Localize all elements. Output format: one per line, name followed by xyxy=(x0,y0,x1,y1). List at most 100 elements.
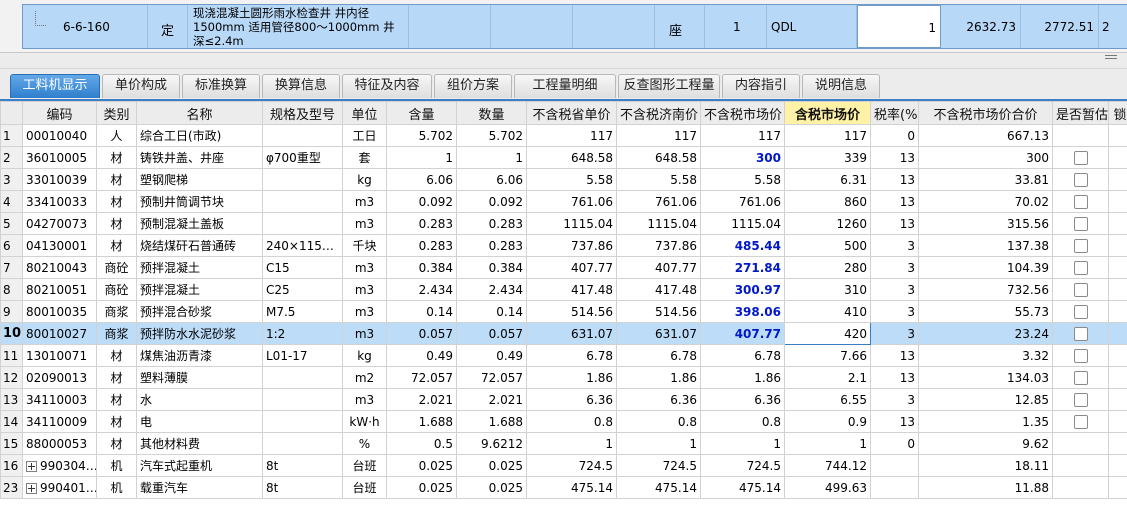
quantity-cell[interactable]: 0.49 xyxy=(457,345,527,367)
table-row[interactable]: 780210043商砼预拌混凝土C15m30.3840.384407.77407… xyxy=(1,257,1127,279)
table-row[interactable]: 1080010027商浆预拌防水水泥砂浆1:2m30.0570.057631.0… xyxy=(1,323,1127,345)
content-cell[interactable]: 0.384 xyxy=(387,257,457,279)
row-index[interactable]: 14 xyxy=(1,411,23,433)
quantity-cell[interactable]: 0.025 xyxy=(457,455,527,477)
code-cell[interactable]: 36010005 xyxy=(23,147,97,169)
unit-cell[interactable]: 套 xyxy=(343,147,387,169)
parent-unit-cell[interactable]: 座 xyxy=(655,5,705,48)
row-index[interactable]: 16 xyxy=(1,455,23,477)
tax-rate-cell[interactable]: 13 xyxy=(871,213,919,235)
market-price-cell[interactable]: 1 xyxy=(701,433,785,455)
table-row[interactable]: 880210051商砼预拌混凝土C25m32.4342.434417.48417… xyxy=(1,279,1127,301)
code-cell[interactable]: 33010039 xyxy=(23,169,97,191)
header-tax-rate[interactable]: 税率(%) xyxy=(871,102,919,125)
tax-rate-cell[interactable]: 13 xyxy=(871,191,919,213)
name-cell[interactable]: 预拌混凝土 xyxy=(137,279,263,301)
market-price-tax-cell[interactable]: 500 xyxy=(785,235,871,257)
unit-cell[interactable]: m3 xyxy=(343,301,387,323)
provisional-checkbox[interactable] xyxy=(1074,217,1088,231)
provincial-price-cell[interactable]: 117 xyxy=(527,125,617,147)
unit-cell[interactable]: % xyxy=(343,433,387,455)
content-cell[interactable]: 72.057 xyxy=(387,367,457,389)
spec-cell[interactable]: 240×115… xyxy=(263,235,343,257)
quantity-cell[interactable]: 1.688 xyxy=(457,411,527,433)
header-lock[interactable]: 锁 xyxy=(1109,102,1127,125)
type-cell[interactable]: 人 xyxy=(97,125,137,147)
jinan-price-cell[interactable]: 648.58 xyxy=(617,147,701,169)
header-spec[interactable]: 规格及型号 xyxy=(263,102,343,125)
table-row[interactable]: 1588000053材其他材料费%0.59.6212111109.62 xyxy=(1,433,1127,455)
lock-cell[interactable] xyxy=(1109,279,1127,301)
market-price-tax-cell[interactable]: 0.9 xyxy=(785,411,871,433)
unit-cell[interactable]: kg xyxy=(343,169,387,191)
content-cell[interactable]: 0.057 xyxy=(387,323,457,345)
market-price-cell[interactable]: 724.5 xyxy=(701,455,785,477)
spec-cell[interactable] xyxy=(263,411,343,433)
content-cell[interactable]: 0.283 xyxy=(387,213,457,235)
jinan-price-cell[interactable]: 417.48 xyxy=(617,279,701,301)
market-price-tax-cell[interactable]: 280 xyxy=(785,257,871,279)
name-cell[interactable]: 预拌防水水泥砂浆 xyxy=(137,323,263,345)
market-total-cell[interactable]: 18.11 xyxy=(919,455,1053,477)
tax-rate-cell[interactable]: 13 xyxy=(871,411,919,433)
quantity-cell[interactable]: 0.057 xyxy=(457,323,527,345)
jinan-price-cell[interactable]: 475.14 xyxy=(617,477,701,499)
table-row[interactable]: 1113010071材煤焦油沥青漆L01-17kg0.490.496.786.7… xyxy=(1,345,1127,367)
market-price-tax-cell[interactable]: 744.12 xyxy=(785,455,871,477)
table-row[interactable]: 333010039材塑钢爬梯kg6.066.065.585.585.586.31… xyxy=(1,169,1127,191)
market-price-cell[interactable]: 300 xyxy=(701,147,785,169)
row-index[interactable]: 12 xyxy=(1,367,23,389)
content-cell[interactable]: 0.025 xyxy=(387,455,457,477)
table-row[interactable]: 23990401…机载重汽车8t台班0.0250.025475.14475.14… xyxy=(1,477,1127,499)
market-price-tax-cell[interactable]: 2.1 xyxy=(785,367,871,389)
name-cell[interactable]: 煤焦油沥青漆 xyxy=(137,345,263,367)
content-cell[interactable]: 0.14 xyxy=(387,301,457,323)
spec-cell[interactable] xyxy=(263,169,343,191)
parent-code-cell[interactable]: 6-6-160 xyxy=(23,5,148,48)
quantity-cell[interactable]: 9.6212 xyxy=(457,433,527,455)
lock-cell[interactable] xyxy=(1109,433,1127,455)
code-cell[interactable]: 80210051 xyxy=(23,279,97,301)
spec-cell[interactable]: φ700重型 xyxy=(263,147,343,169)
tab-resource-display[interactable]: 工料机显示 xyxy=(10,74,100,98)
jinan-price-cell[interactable]: 6.36 xyxy=(617,389,701,411)
tax-rate-cell[interactable]: 0 xyxy=(871,433,919,455)
provisional-checkbox[interactable] xyxy=(1074,305,1088,319)
market-price-cell[interactable]: 475.14 xyxy=(701,477,785,499)
provincial-price-cell[interactable]: 6.36 xyxy=(527,389,617,411)
market-total-cell[interactable]: 33.81 xyxy=(919,169,1053,191)
provisional-checkbox[interactable] xyxy=(1074,349,1088,363)
tab-conversion-info[interactable]: 换算信息 xyxy=(262,74,340,98)
provincial-price-cell[interactable]: 737.86 xyxy=(527,235,617,257)
market-total-cell[interactable]: 55.73 xyxy=(919,301,1053,323)
header-index[interactable] xyxy=(1,102,23,125)
jinan-price-cell[interactable]: 6.78 xyxy=(617,345,701,367)
market-total-cell[interactable]: 3.32 xyxy=(919,345,1053,367)
lock-cell[interactable] xyxy=(1109,147,1127,169)
code-cell[interactable]: 33410033 xyxy=(23,191,97,213)
expand-plus-icon[interactable] xyxy=(26,461,37,472)
jinan-price-cell[interactable]: 631.07 xyxy=(617,323,701,345)
type-cell[interactable]: 商砼 xyxy=(97,279,137,301)
content-cell[interactable]: 0.025 xyxy=(387,477,457,499)
lock-cell[interactable] xyxy=(1109,323,1127,345)
expand-plus-icon[interactable] xyxy=(26,483,37,494)
lock-cell[interactable] xyxy=(1109,235,1127,257)
row-index[interactable]: 10 xyxy=(1,323,23,345)
tax-rate-cell[interactable]: 3 xyxy=(871,389,919,411)
quantity-cell[interactable]: 6.06 xyxy=(457,169,527,191)
market-total-cell[interactable]: 1.35 xyxy=(919,411,1053,433)
market-price-cell[interactable]: 1.86 xyxy=(701,367,785,389)
lock-cell[interactable] xyxy=(1109,257,1127,279)
unit-cell[interactable]: m3 xyxy=(343,257,387,279)
market-total-cell[interactable]: 134.03 xyxy=(919,367,1053,389)
provisional-cell[interactable] xyxy=(1053,433,1109,455)
provisional-checkbox[interactable] xyxy=(1074,371,1088,385)
code-cell[interactable]: 34110009 xyxy=(23,411,97,433)
tax-rate-cell[interactable]: 3 xyxy=(871,279,919,301)
lock-cell[interactable] xyxy=(1109,125,1127,147)
code-cell[interactable]: 88000053 xyxy=(23,433,97,455)
type-cell[interactable]: 材 xyxy=(97,367,137,389)
unit-cell[interactable]: kW·h xyxy=(343,411,387,433)
type-cell[interactable]: 商浆 xyxy=(97,323,137,345)
